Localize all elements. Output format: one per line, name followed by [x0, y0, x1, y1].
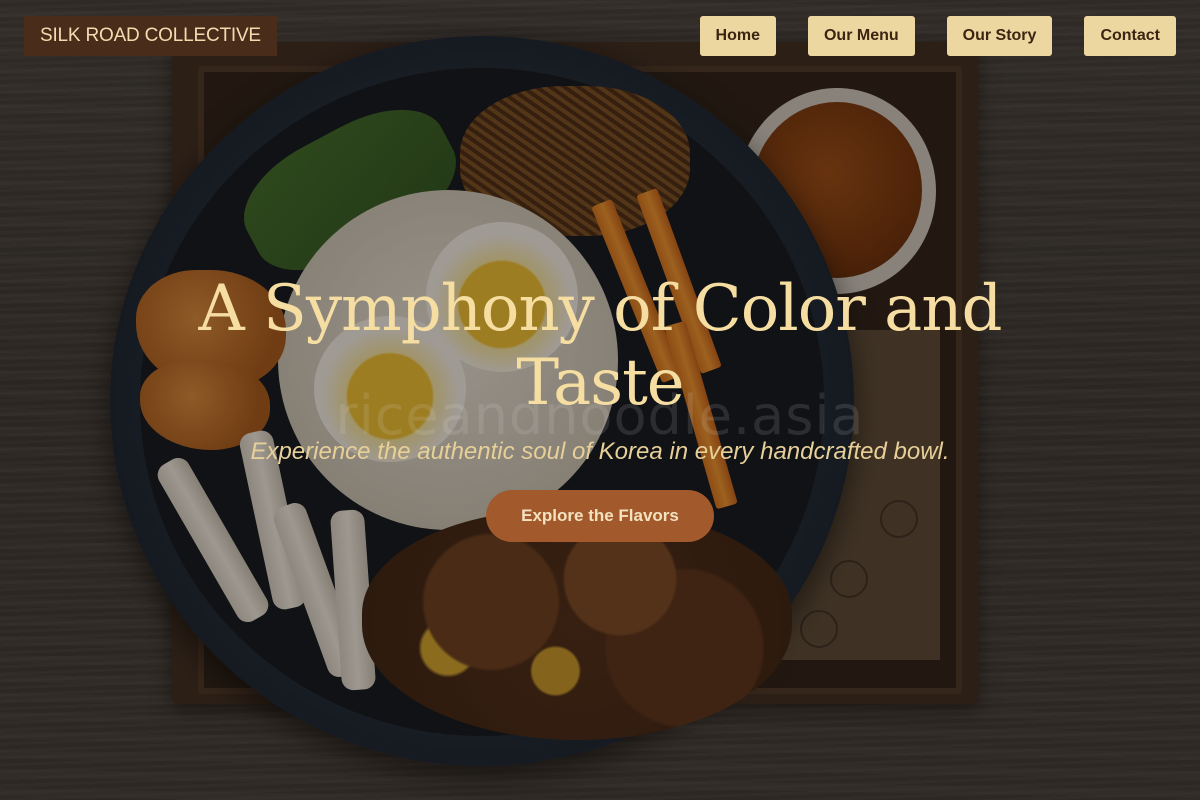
brand-logo[interactable]: SILK ROAD COLLECTIVE	[24, 16, 277, 56]
nav-home-button[interactable]: Home	[699, 16, 776, 56]
explore-flavors-button[interactable]: Explore the Flavors	[486, 490, 714, 542]
nav-contact-button[interactable]: Contact	[1084, 16, 1176, 56]
nav-menu-button[interactable]: Our Menu	[807, 16, 915, 56]
hero-title: A Symphony of Color and Taste	[198, 272, 1002, 420]
nav-story-button[interactable]: Our Story	[946, 16, 1053, 56]
main-nav: Home Our Menu Our Story Contact	[699, 16, 1176, 56]
hero-tagline: Experience the authentic soul of Korea i…	[250, 438, 950, 465]
